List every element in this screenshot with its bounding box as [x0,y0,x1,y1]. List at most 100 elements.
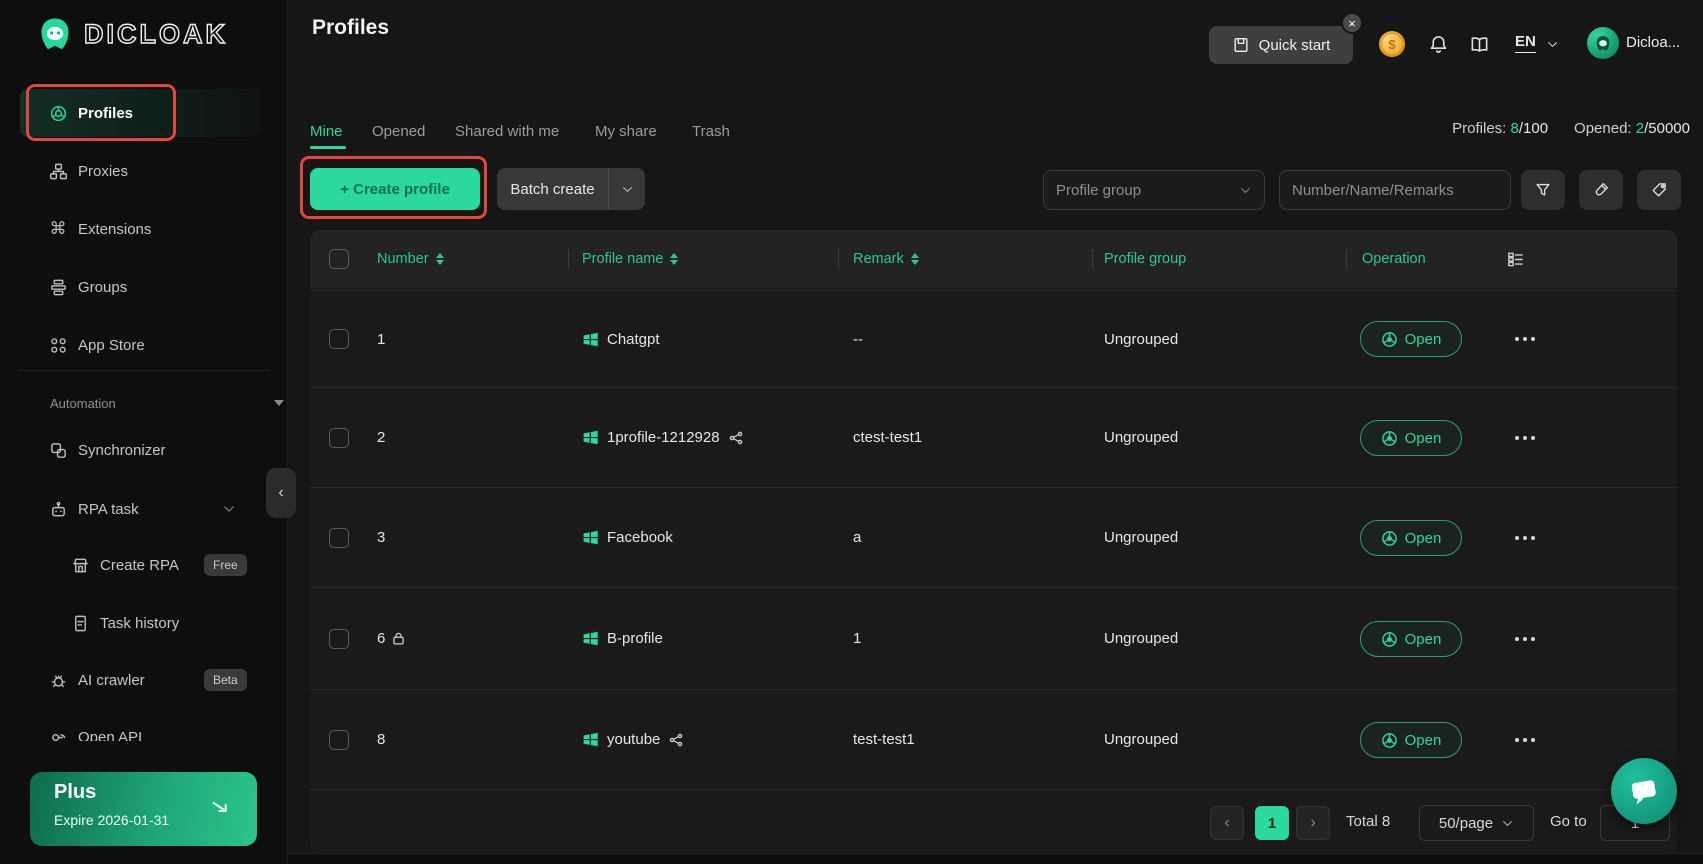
page-title: Profiles [312,16,390,39]
pagination-prev-button[interactable]: ‹ [1210,806,1244,840]
cell-number: 6 [377,588,406,689]
sidebar-item-groups[interactable]: Groups [0,265,288,309]
search-input[interactable] [1292,181,1491,199]
pagination-next-button[interactable]: › [1296,806,1330,840]
page-size-select[interactable]: 50/page [1419,805,1534,841]
cell-number: 8 [377,731,386,748]
sort-icon [670,253,679,265]
plan-upgrade-card[interactable]: Plus Expire 2026-01-31 [30,772,257,846]
select-all-checkbox[interactable] [329,249,349,269]
open-api-icon [48,728,68,742]
row-checkbox[interactable] [329,329,349,349]
column-header-profile-name[interactable]: Profile name [582,230,679,288]
filter-button[interactable] [1521,170,1565,210]
column-header-number[interactable]: Number [377,230,444,288]
tab-mine[interactable]: Mine [310,118,343,144]
open-profile-button[interactable]: Open [1360,722,1462,758]
row-checkbox[interactable] [329,528,349,548]
open-profile-button[interactable]: Open [1360,520,1462,556]
sidebar-section-automation[interactable]: Automation [50,381,338,425]
chevron-down-icon [622,186,632,192]
avatar[interactable] [1587,27,1619,59]
batch-create-button[interactable]: Batch create [497,168,645,210]
column-header-profile-group[interactable]: Profile group [1104,230,1186,288]
search-field [1279,170,1511,210]
chat-support-button[interactable] [1611,758,1677,824]
docs-book-icon[interactable] [1468,34,1491,55]
sidebar-item-rpa-task[interactable]: RPA task [0,487,288,531]
ai-crawler-icon [48,671,68,690]
cell-profile-group: Ungrouped [1104,731,1179,748]
open-profile-button[interactable]: Open [1360,420,1462,456]
close-icon[interactable]: × [1341,12,1363,34]
sidebar-item-ai-crawler[interactable]: AI crawler Beta [0,658,288,702]
row-checkbox[interactable] [329,730,349,750]
free-badge: Free [204,554,247,576]
open-profile-button[interactable]: Open [1360,321,1462,357]
language-selector[interactable]: EN [1515,33,1536,53]
sidebar-item-label: RPA task [78,500,139,518]
row-more-menu[interactable] [1502,488,1548,587]
bell-icon[interactable] [1428,33,1449,55]
sidebar-item-task-history[interactable]: Task history [0,601,288,645]
column-header-operation[interactable]: Operation [1362,230,1426,288]
create-profile-button[interactable]: + Create profile [310,168,480,210]
account-name[interactable]: Dicloa... [1626,34,1680,51]
batch-create-dropdown[interactable] [609,183,645,196]
header-separator [1092,249,1093,269]
sidebar-item-open-api[interactable]: Open API [0,715,288,741]
row-checkbox[interactable] [329,428,349,448]
profiles-quota: Profiles: 8/100 [1452,120,1549,137]
tags-button[interactable] [1637,170,1681,210]
sidebar-item-extensions[interactable]: ⌘ Extensions [0,207,288,251]
cell-remark: test-test1 [853,731,915,748]
sidebar-item-label: Open API [78,728,143,742]
pagination-page-1[interactable]: 1 [1255,806,1289,840]
sidebar-item-proxies[interactable]: Proxies [0,149,288,193]
table-row: 8 youtube test-test1 Ungrouped Open [310,689,1677,789]
profiles-table: Number Profile name Remark Profile group… [310,230,1677,855]
clear-filters-button[interactable] [1579,170,1623,210]
cell-remark: -- [853,330,863,348]
proxies-icon [48,162,68,181]
tab-trash[interactable]: Trash [692,118,730,144]
profile-group-select[interactable]: Profile group [1043,170,1265,210]
section-label-text: Automation [50,395,116,411]
row-more-menu[interactable] [1502,588,1548,689]
plan-name: Plus [54,781,97,803]
quick-start-button[interactable]: Quick start [1209,26,1353,64]
row-more-menu[interactable] [1502,690,1548,789]
share-icon[interactable] [668,732,684,748]
row-more-menu[interactable] [1502,388,1548,487]
table-footer: ‹ 1 › Total 8 50/page Go to [310,789,1677,855]
windows-icon [583,332,598,346]
sidebar-item-synchronizer[interactable]: Synchronizer [0,428,288,472]
sidebar-item-create-rpa[interactable]: Create RPA Free [0,543,288,587]
extensions-icon: ⌘ [49,219,67,238]
arrow-down-right-icon [212,801,227,813]
cell-profile-group: Ungrouped [1104,429,1179,446]
sidebar-divider [18,370,270,371]
tab-opened[interactable]: Opened [372,118,425,144]
pagination-total: Total 8 [1346,813,1391,830]
sidebar-item-app-store[interactable]: App Store [0,323,288,367]
open-profile-button[interactable]: Open [1360,621,1462,657]
tab-my-share[interactable]: My share [595,118,657,144]
chevron-down-icon[interactable] [1546,38,1559,51]
row-more-menu[interactable] [1502,291,1548,387]
task-history-icon [70,614,90,633]
sidebar-collapse-handle[interactable]: ‹ [266,468,296,518]
sidebar-item-profiles[interactable]: Profiles [0,91,288,135]
column-header-remark[interactable]: Remark [853,230,919,288]
sidebar-item-label: App Store [78,336,145,354]
windows-icon [583,732,598,747]
coin-icon[interactable]: $ [1379,31,1405,57]
tab-shared-with-me[interactable]: Shared with me [455,118,559,144]
table-row: 1 Chatgpt -- Ungrouped Open [310,290,1677,387]
column-settings-icon[interactable] [1506,250,1525,269]
row-checkbox[interactable] [329,629,349,649]
share-icon[interactable] [728,430,744,446]
quota-stats: Profiles: 8/100 Opened: 2/50000 [1452,120,1690,137]
page-size-value: 50/page [1438,814,1494,832]
cell-profile-group: Ungrouped [1104,630,1179,647]
